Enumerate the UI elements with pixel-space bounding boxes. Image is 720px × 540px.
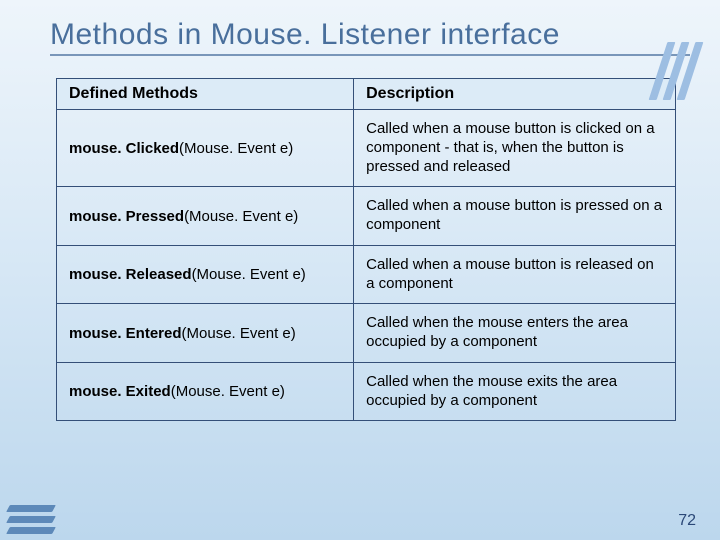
method-name: mouse. Clicked — [69, 140, 179, 157]
method-args: (Mouse. Event e) — [184, 208, 298, 225]
method-name: mouse. Released — [69, 266, 192, 283]
table-header-row: Defined Methods Description — [57, 79, 676, 110]
method-name: mouse. Entered — [69, 325, 182, 342]
method-cell: mouse. Exited(Mouse. Event e) — [57, 362, 354, 421]
method-args: (Mouse. Event e) — [171, 383, 285, 400]
table-row: mouse. Entered(Mouse. Event e) Called wh… — [57, 304, 676, 363]
decorative-bar — [6, 516, 56, 523]
decorative-bar — [6, 527, 56, 534]
table-row: mouse. Exited(Mouse. Event e) Called whe… — [57, 362, 676, 421]
description-cell: Called when the mouse enters the area oc… — [354, 304, 676, 363]
decorative-bars-top — [658, 42, 694, 100]
decorative-bars-bottom — [8, 505, 54, 538]
method-args: (Mouse. Event e) — [192, 266, 306, 283]
header-defined-methods: Defined Methods — [57, 79, 354, 110]
description-cell: Called when a mouse button is clicked on… — [354, 110, 676, 187]
description-cell: Called when a mouse button is pressed on… — [354, 187, 676, 246]
slide: Methods in Mouse. Listener interface Def… — [0, 0, 720, 540]
table-row: mouse. Pressed(Mouse. Event e) Called wh… — [57, 187, 676, 246]
page-number: 72 — [678, 512, 696, 530]
description-cell: Called when the mouse exits the area occ… — [354, 362, 676, 421]
method-cell: mouse. Pressed(Mouse. Event e) — [57, 187, 354, 246]
decorative-bar — [6, 505, 56, 512]
method-args: (Mouse. Event e) — [179, 140, 293, 157]
method-name: mouse. Exited — [69, 383, 171, 400]
description-cell: Called when a mouse button is released o… — [354, 245, 676, 304]
method-cell: mouse. Entered(Mouse. Event e) — [57, 304, 354, 363]
method-cell: mouse. Released(Mouse. Event e) — [57, 245, 354, 304]
methods-table: Defined Methods Description mouse. Click… — [56, 78, 676, 421]
method-cell: mouse. Clicked(Mouse. Event e) — [57, 110, 354, 187]
table-row: mouse. Clicked(Mouse. Event e) Called wh… — [57, 110, 676, 187]
method-args: (Mouse. Event e) — [182, 325, 296, 342]
header-description: Description — [354, 79, 676, 110]
slide-title: Methods in Mouse. Listener interface — [50, 18, 690, 56]
table-row: mouse. Released(Mouse. Event e) Called w… — [57, 245, 676, 304]
method-name: mouse. Pressed — [69, 208, 184, 225]
